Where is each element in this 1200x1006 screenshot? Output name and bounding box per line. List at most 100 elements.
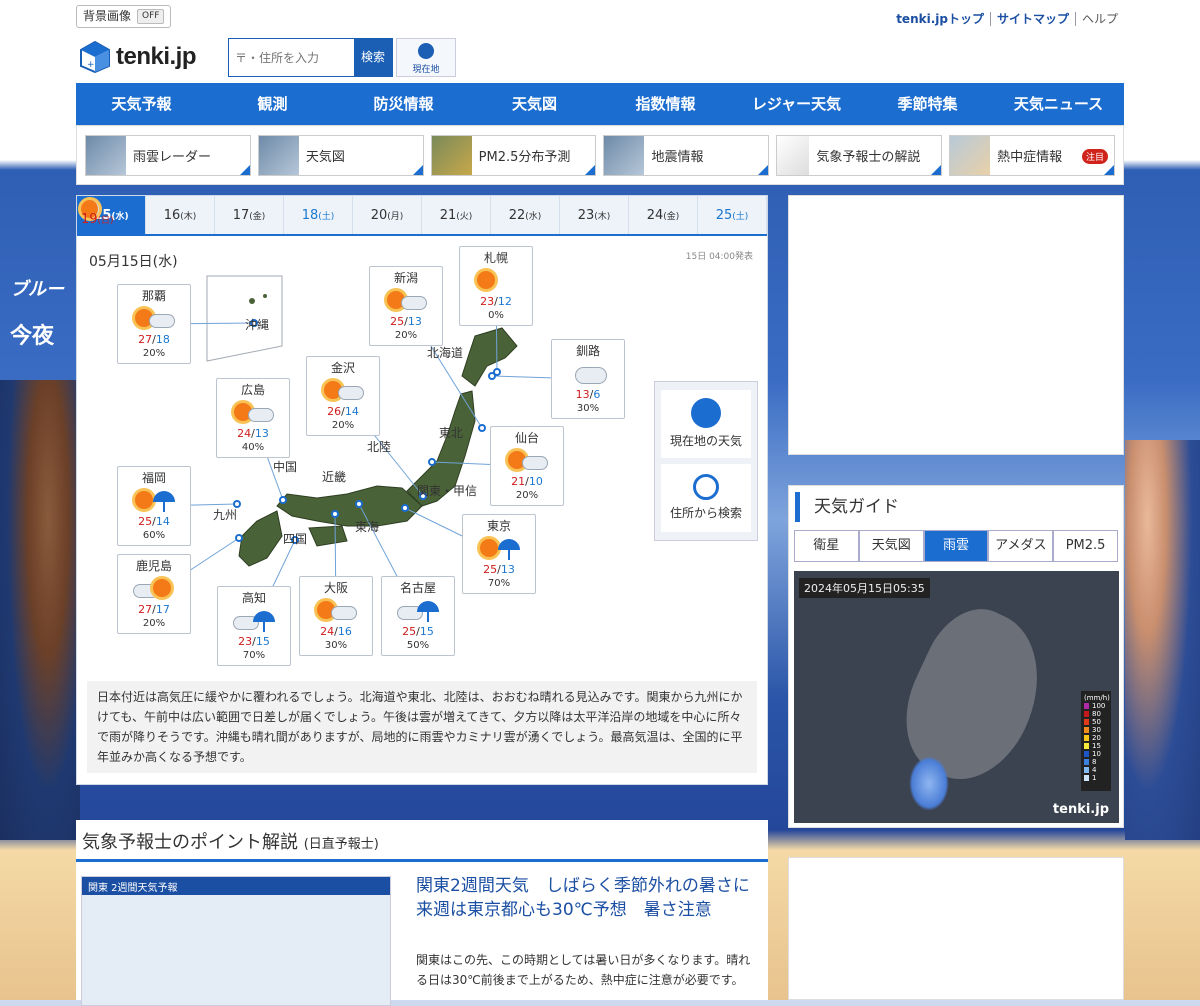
precip-probability: 20%	[142, 618, 166, 629]
low-temp: 16	[337, 625, 352, 638]
region-label[interactable]: 九州	[213, 506, 237, 523]
legend-entry: 30	[1084, 726, 1108, 734]
nav-observation[interactable]: 観測	[207, 83, 338, 125]
day-tab[interactable]: 25(土)	[698, 196, 767, 234]
region-label[interactable]: 四国	[283, 530, 307, 547]
city-forecast-card[interactable]: 釧路 13/6 30%	[551, 339, 625, 419]
high-temp: 25	[483, 563, 498, 576]
city-name: 仙台	[514, 431, 539, 445]
day-tab-weekday: (水)	[525, 212, 542, 222]
day-tab[interactable]: 23(木)	[560, 196, 629, 234]
top-link-home[interactable]: tenki.jpトップ	[890, 12, 990, 26]
nav-indexes[interactable]: 指数情報	[600, 83, 731, 125]
top-link-sitemap[interactable]: サイトマップ	[989, 12, 1075, 26]
cloud-icon	[331, 606, 357, 620]
precip-probability: 20%	[142, 348, 166, 359]
nav-leisure[interactable]: レジャー天気	[731, 83, 862, 125]
banner-brand: ブルー	[10, 279, 64, 300]
radar-timestamp: 2024年05月15日05:35	[799, 578, 930, 598]
point-article-image[interactable]: 関東 2週間天気予報	[81, 876, 391, 1006]
search-button[interactable]: 検索	[354, 39, 392, 76]
day-tab[interactable]: 24(金)	[629, 196, 698, 234]
low-temp: 6	[593, 388, 601, 401]
nav-forecast[interactable]: 天気予報	[76, 83, 207, 125]
weather-guide-tab[interactable]: アメダス	[988, 530, 1054, 562]
city-forecast-card[interactable]: 名古屋 25/15 50%	[381, 576, 455, 656]
city-forecast-card[interactable]: 金沢 26/14 20%	[306, 356, 380, 436]
weather-guide-tab[interactable]: PM2.5	[1053, 530, 1118, 562]
day-tab[interactable]: 16(木)	[146, 196, 215, 234]
day-tab-date: 24	[646, 208, 664, 223]
top-link-help[interactable]: ヘルプ	[1074, 12, 1124, 26]
weather-guide-tab[interactable]: 天気図	[858, 530, 924, 562]
rain-radar-map[interactable]: 2024年05月15日05:35 (mm/h) 100 80 50 30 20 15 10 8 4…	[794, 571, 1119, 823]
city-forecast-card[interactable]: 新潟 25/13 20%	[369, 266, 443, 346]
region-label[interactable]: 北陸	[367, 438, 391, 455]
region-label[interactable]: 沖縄	[245, 316, 269, 333]
legend-entry: 100	[1084, 702, 1108, 710]
current-location-button[interactable]: 現在地	[396, 38, 456, 77]
legend-swatch	[1084, 767, 1089, 773]
shortcut-heatstroke[interactable]: 熱中症情報 注目	[949, 135, 1115, 176]
high-temp: 25	[390, 315, 405, 328]
region-label[interactable]: 関東・甲信	[417, 482, 477, 499]
city-forecast-card[interactable]: 東京 25/13 70%	[462, 514, 536, 594]
background-toggle[interactable]: 背景画像 OFF	[76, 5, 172, 28]
shortcut-forecaster[interactable]: 気象予報士の解説	[776, 135, 943, 176]
city-forecast-card[interactable]: 仙台 21/10 20%	[490, 426, 564, 506]
city-forecast-card[interactable]: 札幌 23/12 0%	[459, 246, 533, 326]
day-tab-weekday: (日)	[97, 216, 114, 226]
umbrella-icon	[253, 611, 275, 632]
location-arrow-icon	[691, 398, 721, 428]
city-forecast-card[interactable]: 広島 24/13 40%	[216, 378, 290, 458]
weather-guide-tab[interactable]: 雨雲	[923, 530, 989, 562]
site-logo[interactable]: + tenki.jp	[80, 41, 197, 73]
city-marker	[235, 534, 243, 542]
low-temp: 15	[419, 625, 434, 638]
day-tab[interactable]: 17(金)	[215, 196, 284, 234]
day-tab[interactable]: 22(水)	[491, 196, 560, 234]
shortcut-rain-radar[interactable]: 雨雲レーダー	[85, 135, 251, 176]
high-temp: 26	[327, 405, 342, 418]
city-forecast-card[interactable]: 福岡 25/14 60%	[117, 466, 191, 546]
region-label[interactable]: 近畿	[322, 468, 346, 485]
nav-disaster[interactable]: 防災情報	[338, 83, 469, 125]
precip-probability: 30%	[324, 640, 348, 651]
japan-forecast-map: 05月15日(水) 15日 04:00発表 那覇 27/18 20% 新潟 25/13 2…	[77, 236, 769, 676]
nav-weather-chart[interactable]: 天気図	[469, 83, 600, 125]
city-name: 鹿児島	[135, 559, 172, 573]
shortcut-pm25[interactable]: PM2.5分布予測	[430, 135, 597, 176]
nav-season[interactable]: 季節特集	[862, 83, 993, 125]
precip-probability: 20%	[394, 330, 418, 341]
rain-radar-thumbnail	[86, 136, 126, 175]
address-search-input[interactable]	[229, 39, 354, 76]
okinawa-island	[249, 298, 255, 304]
nav-news[interactable]: 天気ニュース	[993, 83, 1124, 125]
region-label[interactable]: 東海	[355, 518, 379, 535]
background-toggle-state: OFF	[137, 9, 165, 24]
day-tab[interactable]: 18(土)	[284, 196, 353, 234]
city-temps: 21/10	[491, 475, 563, 489]
region-label[interactable]: 北海道	[427, 344, 463, 361]
address-search-button[interactable]: 住所から検索	[661, 464, 751, 532]
city-forecast-card[interactable]: 鹿児島 27/17 20%	[117, 554, 191, 634]
region-label[interactable]: 中国	[273, 458, 297, 475]
city-forecast-card[interactable]: 那覇 27/18 20%	[117, 284, 191, 364]
day-tab[interactable]: 21(火)	[422, 196, 491, 234]
current-location-weather-button[interactable]: 現在地の天気	[661, 390, 751, 458]
point-article-title[interactable]: 関東2週間天気 しばらく季節外れの暑さに 来週は東京都心も30℃予想 暑さ注意	[416, 874, 767, 922]
region-label[interactable]: 東北	[439, 424, 463, 441]
day-tab[interactable]: 19(日)	[81, 200, 114, 227]
forecaster-thumbnail	[777, 136, 810, 175]
city-temps: 25/13	[463, 563, 535, 577]
high-temp: 21	[511, 475, 526, 488]
shortcut-earthquake[interactable]: 地震情報	[603, 135, 770, 176]
earthquake-thumbnail	[604, 136, 645, 175]
day-tab[interactable]: 20(月)	[353, 196, 422, 234]
weather-guide-tab[interactable]: 衛星	[794, 530, 859, 562]
city-forecast-card[interactable]: 高知 23/15 70%	[217, 586, 291, 666]
city-name: 広島	[240, 383, 265, 397]
city-forecast-card[interactable]: 大阪 24/16 30%	[299, 576, 373, 656]
logo-text: tenki.jp	[116, 43, 197, 70]
shortcut-weather-chart[interactable]: 天気図	[257, 135, 424, 176]
